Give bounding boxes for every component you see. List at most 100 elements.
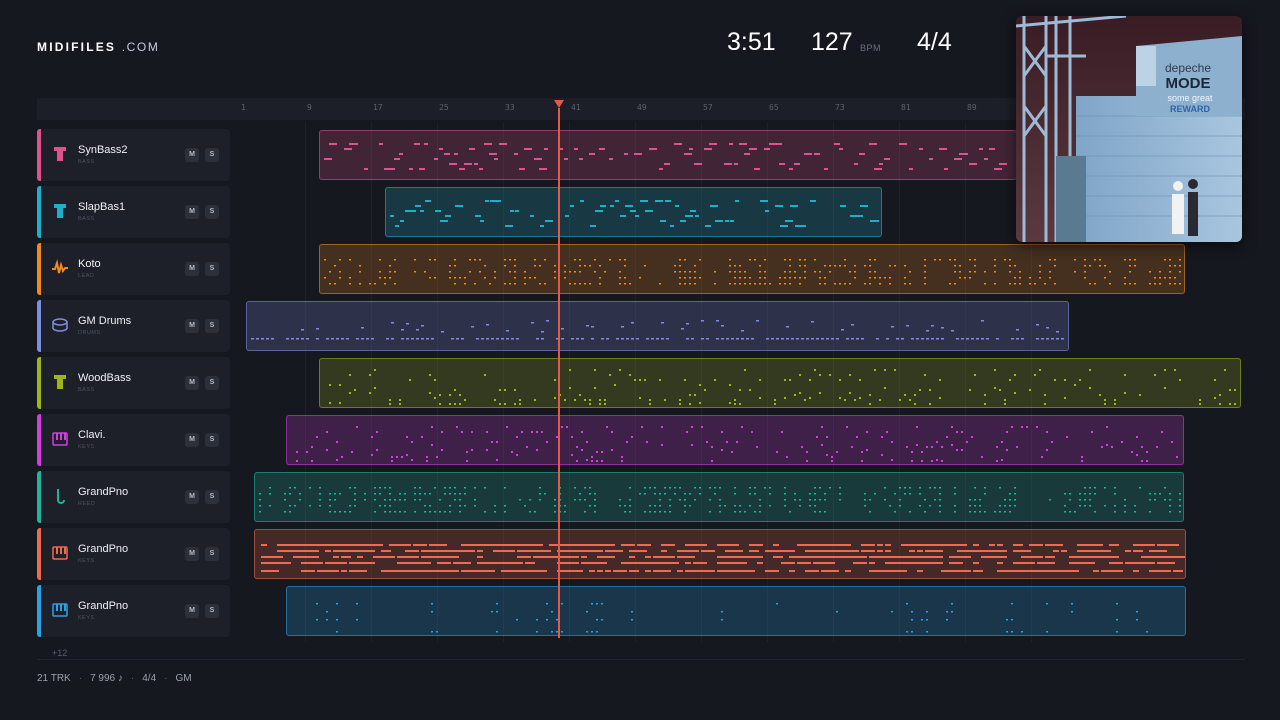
midi-clip[interactable] <box>286 415 1184 465</box>
track-category: BASS <box>78 159 95 165</box>
ruler-bar-25: 25 <box>439 103 449 112</box>
reed-icon <box>51 487 69 505</box>
mute-button[interactable]: M <box>185 319 199 333</box>
track-header[interactable]: GrandPno KEYS M S <box>37 528 230 580</box>
ruler-bar-57: 57 <box>703 103 713 112</box>
ruler-bar-73: 73 <box>835 103 845 112</box>
keys-icon <box>51 601 69 619</box>
solo-button[interactable]: S <box>205 433 219 447</box>
track-category: DRUMS <box>78 330 101 336</box>
solo-button[interactable]: S <box>205 262 219 276</box>
mute-button[interactable]: M <box>185 547 199 561</box>
track-name: WoodBass <box>78 372 131 384</box>
mute-button[interactable]: M <box>185 490 199 504</box>
midi-clip[interactable] <box>319 244 1185 294</box>
midi-clip[interactable] <box>254 529 1186 579</box>
footer-divider <box>37 659 1245 660</box>
bass-icon <box>51 202 69 220</box>
track-name: Clavi. <box>78 429 106 441</box>
solo-button[interactable]: S <box>205 604 219 618</box>
track-count: 21 TRK <box>37 673 71 684</box>
solo-button[interactable]: S <box>205 547 219 561</box>
album-title-bottom: REWARD <box>1170 104 1210 114</box>
ruler-bar-33: 33 <box>505 103 515 112</box>
file-summary: 21 TRK · 7 996 ♪ · 4/4 · GM <box>37 673 192 684</box>
logo-bold: MIDIFILES <box>37 40 117 54</box>
track-header[interactable]: WoodBass BASS M S <box>37 357 230 409</box>
track-name: GM Drums <box>78 315 132 327</box>
track-color-strip <box>37 357 41 409</box>
album-artist-top: depeche <box>1165 61 1211 75</box>
track-color-strip <box>37 528 41 580</box>
song-duration: 3:51 <box>727 28 776 56</box>
drum-icon <box>51 316 69 334</box>
track-header[interactable]: GrandPno KEYS M S <box>37 585 230 637</box>
mute-button[interactable]: M <box>185 376 199 390</box>
tempo-unit: BPM <box>860 43 882 53</box>
track-category: LEAD <box>78 273 95 279</box>
track-name: Koto <box>78 258 101 270</box>
keys-icon <box>51 430 69 448</box>
midi-clip[interactable] <box>319 358 1241 408</box>
mute-button[interactable]: M <box>185 148 199 162</box>
tempo-value: 127 <box>811 28 853 56</box>
album-artist-bottom: MODE <box>1166 75 1211 92</box>
track-name: GrandPno <box>78 486 129 498</box>
solo-button[interactable]: S <box>205 319 219 333</box>
midi-clip[interactable] <box>319 130 1017 180</box>
track-header[interactable]: SlapBas1 BASS M S <box>37 186 230 238</box>
track-header[interactable]: Koto LEAD M S <box>37 243 230 295</box>
album-cover: depeche MODE some great REWARD <box>1016 16 1242 242</box>
site-logo[interactable]: MIDIFILES .COM <box>37 40 159 54</box>
solo-button[interactable]: S <box>205 376 219 390</box>
ruler-bar-9: 9 <box>307 103 312 112</box>
ruler-bar-17: 17 <box>373 103 383 112</box>
playhead[interactable] <box>558 108 560 638</box>
track-color-strip <box>37 186 41 238</box>
track-name: SynBass2 <box>78 144 128 156</box>
midi-clip[interactable] <box>286 586 1186 636</box>
track-color-strip <box>37 129 41 181</box>
logo-domain: .COM <box>121 40 160 54</box>
track-color-strip <box>37 414 41 466</box>
ruler-bar-1: 1 <box>241 103 246 112</box>
note-count: 7 996 ♪ <box>90 673 123 684</box>
bass-icon <box>51 373 69 391</box>
playhead-handle[interactable] <box>554 100 564 108</box>
keys-icon <box>51 544 69 562</box>
mute-button[interactable]: M <box>185 205 199 219</box>
track-color-strip <box>37 585 41 637</box>
midi-clip[interactable] <box>254 472 1184 522</box>
solo-button[interactable]: S <box>205 148 219 162</box>
waveform-icon <box>51 259 69 277</box>
track-header[interactable]: SynBass2 BASS M S <box>37 129 230 181</box>
track-category: BASS <box>78 216 95 222</box>
solo-button[interactable]: S <box>205 490 219 504</box>
ruler-bar-49: 49 <box>637 103 647 112</box>
mute-button[interactable]: M <box>185 433 199 447</box>
ruler-bar-41: 41 <box>571 103 581 112</box>
midi-clip[interactable] <box>246 301 1069 351</box>
album-title-top: some great <box>1167 93 1213 103</box>
solo-button[interactable]: S <box>205 205 219 219</box>
track-name: SlapBas1 <box>78 201 126 213</box>
track-header[interactable]: GM Drums DRUMS M S <box>37 300 230 352</box>
midi-standard: GM <box>175 673 192 684</box>
track-category: BASS <box>78 387 95 393</box>
track-category: KEYS <box>78 615 95 621</box>
ruler-bar-89: 89 <box>967 103 977 112</box>
mute-button[interactable]: M <box>185 262 199 276</box>
track-name: GrandPno <box>78 600 129 612</box>
midi-clip[interactable] <box>385 187 882 237</box>
track-color-strip <box>37 300 41 352</box>
mute-button[interactable]: M <box>185 604 199 618</box>
summary-signature: 4/4 <box>142 673 157 684</box>
track-name: GrandPno <box>78 543 129 555</box>
track-category: REED <box>78 501 96 507</box>
track-color-strip <box>37 243 41 295</box>
ruler-bar-81: 81 <box>901 103 911 112</box>
more-tracks-count[interactable]: +12 <box>52 648 67 658</box>
track-header[interactable]: Clavi. KEYS M S <box>37 414 230 466</box>
bass-icon <box>51 145 69 163</box>
track-header[interactable]: GrandPno REED M S <box>37 471 230 523</box>
